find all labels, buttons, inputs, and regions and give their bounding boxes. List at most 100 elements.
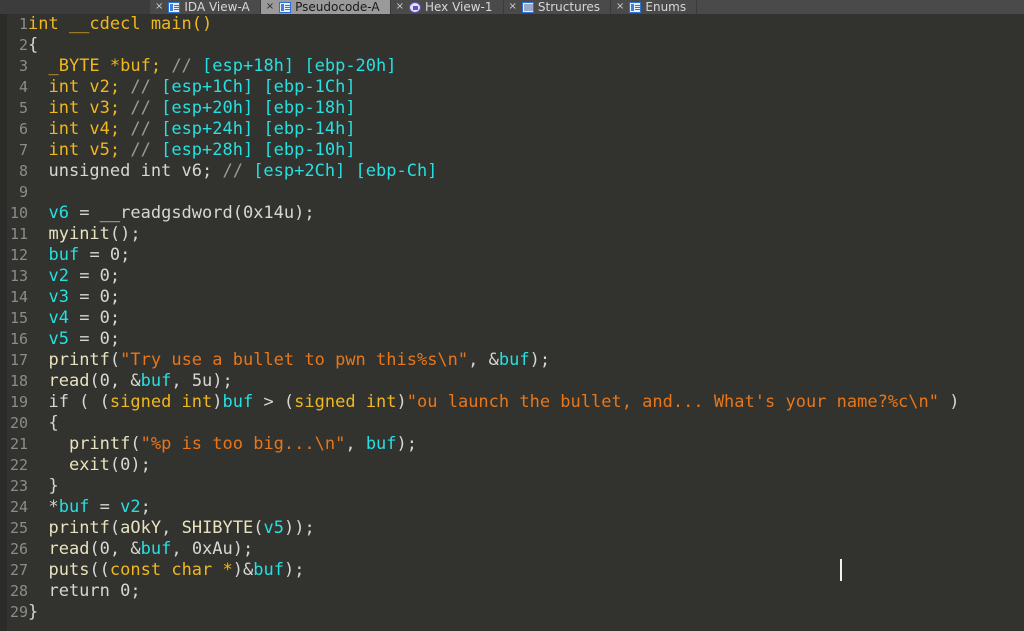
code-line[interactable]: 22 exit(0); [0,455,1024,476]
code-token-plain [28,287,48,307]
code-line-content[interactable]: v3 = 0; [28,287,120,307]
close-icon[interactable]: × [266,2,274,12]
code-token-name[interactable]: exit [69,455,110,475]
code-line-content[interactable]: *buf = v2; [28,497,151,517]
code-line-content[interactable]: int v5; // [esp+28h] [ebp-10h] [28,140,356,160]
code-token-name[interactable]: printf [69,434,130,454]
code-line-content[interactable]: printf(aOkY, SHIBYTE(v5)); [28,518,315,538]
code-line-content[interactable]: unsigned int v6; // [esp+2Ch] [ebp-Ch] [28,161,437,181]
code-line[interactable]: 20 { [0,413,1024,434]
code-token-var[interactable]: buf [141,371,172,391]
code-line[interactable]: 3 _BYTE *buf; // [esp+18h] [ebp-20h] [0,56,1024,77]
code-token-name[interactable]: printf [48,350,109,370]
code-line[interactable]: 12 buf = 0; [0,245,1024,266]
code-line[interactable]: 7 int v5; // [esp+28h] [ebp-10h] [0,140,1024,161]
pseudocode-pane[interactable]: 1int __cdecl main()2{3 _BYTE *buf; // [e… [0,14,1024,631]
code-token-cmt: // [120,77,161,97]
code-token-var[interactable]: v4 [48,308,68,328]
code-token-var[interactable]: v3 [48,287,68,307]
code-line[interactable]: 16 v5 = 0; [0,329,1024,350]
code-token-var[interactable]: buf [48,245,79,265]
tab-structures[interactable]: ×Structures [504,0,611,14]
code-token-var[interactable]: buf [59,497,90,517]
line-number: 15 [0,308,28,329]
code-token-var[interactable]: buf [141,539,172,559]
code-line[interactable]: 11 myinit(); [0,224,1024,245]
code-token-var[interactable]: v2 [48,266,68,286]
code-token-var[interactable]: v6 [48,203,68,223]
code-token-var[interactable]: buf [223,392,254,412]
tab-enums[interactable]: ×Enums [611,0,697,14]
close-icon[interactable]: × [509,2,517,12]
code-token-name[interactable]: aOkY [120,518,161,538]
code-line-content[interactable]: return 0; [28,581,141,601]
code-line-content[interactable]: puts((const char *)&buf); [28,560,304,580]
code-line-content[interactable]: v2 = 0; [28,266,120,286]
code-token-name[interactable]: read [48,539,89,559]
code-token-var[interactable]: buf [366,434,397,454]
code-line-content[interactable]: read(0, &buf, 0xAu); [28,539,253,559]
close-icon[interactable]: × [155,2,163,12]
tab-ida-view-a[interactable]: ×IDA View-A [150,0,261,14]
code-line[interactable]: 25 printf(aOkY, SHIBYTE(v5)); [0,518,1024,539]
code-line-content[interactable]: v4 = 0; [28,308,120,328]
code-line-content[interactable]: { [28,413,59,433]
tab-hex-view-1[interactable]: ×Hex View-1 [391,0,504,14]
hexview-tab-icon [409,2,421,13]
close-icon[interactable]: × [616,2,624,12]
code-line-content[interactable]: int v2; // [esp+1Ch] [ebp-1Ch] [28,77,356,97]
code-line[interactable]: 29} [0,602,1024,623]
code-line-content[interactable]: } [28,476,59,496]
code-line[interactable]: 24 *buf = v2; [0,497,1024,518]
code-line[interactable]: 1int __cdecl main() [0,14,1024,35]
code-line[interactable]: 5 int v3; // [esp+20h] [ebp-18h] [0,98,1024,119]
code-line-content[interactable]: { [28,35,38,55]
code-line[interactable]: 8 unsigned int v6; // [esp+2Ch] [ebp-Ch] [0,161,1024,182]
code-token-var[interactable]: v5 [264,518,284,538]
code-line[interactable]: 13 v2 = 0; [0,266,1024,287]
code-line[interactable]: 10 v6 = __readgsdword(0x14u); [0,203,1024,224]
code-line-list[interactable]: 1int __cdecl main()2{3 _BYTE *buf; // [e… [0,14,1024,623]
code-line-content[interactable]: buf = 0; [28,245,130,265]
code-line[interactable]: 6 int v4; // [esp+24h] [ebp-14h] [0,119,1024,140]
code-line-content[interactable]: int v4; // [esp+24h] [ebp-14h] [28,119,356,139]
code-line[interactable]: 28 return 0; [0,581,1024,602]
code-line-content[interactable]: } [28,602,38,622]
code-token-name[interactable]: printf [48,518,109,538]
code-line-content[interactable]: printf("Try use a bullet to pwn this%s\n… [28,350,550,370]
code-token-var[interactable]: buf [499,350,530,370]
code-token-name[interactable]: myinit [48,224,109,244]
code-line-content[interactable]: int __cdecl main() [28,14,212,34]
code-line[interactable]: 18 read(0, &buf, 5u); [0,371,1024,392]
code-token-var[interactable]: buf [253,560,284,580]
tab-pseudocode-a[interactable]: ×Pseudocode-A [261,0,391,14]
code-line[interactable]: 21 printf("%p is too big...\n", buf); [0,434,1024,455]
tab-bar[interactable]: ×IDA View-A×Pseudocode-A×Hex View-1×Stru… [0,0,1024,14]
code-line-content[interactable]: v5 = 0; [28,329,120,349]
code-line[interactable]: 9 [0,182,1024,203]
close-icon[interactable]: × [396,2,404,12]
code-line-content[interactable]: printf("%p is too big...\n", buf); [28,434,417,454]
code-token-var[interactable]: v5 [48,329,68,349]
code-token-name[interactable]: puts [48,560,89,580]
code-line[interactable]: 2{ [0,35,1024,56]
code-line-content[interactable]: read(0, &buf, 5u); [28,371,233,391]
code-line[interactable]: 26 read(0, &buf, 0xAu); [0,539,1024,560]
code-token-name[interactable]: SHIBYTE [182,518,254,538]
code-line[interactable]: 17 printf("Try use a bullet to pwn this%… [0,350,1024,371]
code-token-plain [28,350,48,370]
code-line-content[interactable]: int v3; // [esp+20h] [ebp-18h] [28,98,356,118]
code-line[interactable]: 23 } [0,476,1024,497]
code-line-content[interactable]: v6 = __readgsdword(0x14u); [28,203,315,223]
code-line-content[interactable]: myinit(); [28,224,141,244]
code-line[interactable]: 19 if ( (signed int)buf > (signed int)"o… [0,392,1024,413]
code-line-content[interactable]: _BYTE *buf; // [esp+18h] [ebp-20h] [28,56,397,76]
code-line[interactable]: 15 v4 = 0; [0,308,1024,329]
code-line[interactable]: 27 puts((const char *)&buf); [0,560,1024,581]
code-line[interactable]: 4 int v2; // [esp+1Ch] [ebp-1Ch] [0,77,1024,98]
code-line-content[interactable]: if ( (signed int)buf > (signed int)"ou l… [28,392,959,412]
code-line[interactable]: 14 v3 = 0; [0,287,1024,308]
code-token-name[interactable]: read [48,371,89,391]
code-token-var[interactable]: v2 [120,497,140,517]
code-line-content[interactable]: exit(0); [28,455,151,475]
